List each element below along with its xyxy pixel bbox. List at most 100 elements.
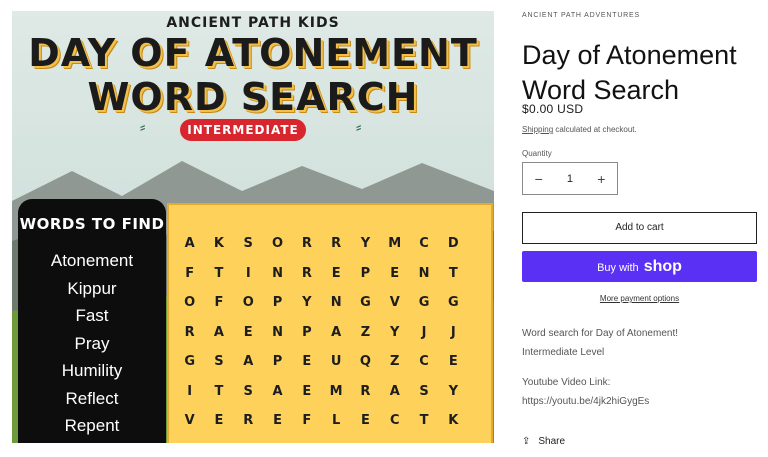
grid-letter: V [184, 413, 195, 429]
grid-letter: S [243, 383, 253, 399]
add-to-cart-button[interactable]: Add to cart [522, 212, 757, 244]
image-title-line1: DAY OF ATONEMENT [28, 31, 478, 75]
grid-letter: A [331, 324, 342, 340]
buy-with-text: Buy with [597, 262, 639, 274]
quantity-decrease-button[interactable]: − [523, 171, 554, 187]
word-item: Pray [74, 333, 110, 353]
grid-row: AKSORRYMCD [175, 229, 468, 259]
word-list: Atonement Kippur Fast Pray Humility Reflect Re… [18, 247, 166, 440]
word-item: Humility [61, 361, 123, 380]
grid-letter: E [302, 383, 312, 399]
grid-letter: I [187, 383, 193, 399]
grid-letter: J [450, 324, 456, 340]
grid-letter: E [390, 265, 400, 281]
grid-letter: A [213, 324, 224, 340]
grid-letter: O [272, 236, 284, 252]
buy-with-shop-button[interactable]: Buy with shop [522, 251, 757, 282]
word-item: Atonement [50, 251, 134, 270]
grid-letter: R [360, 383, 371, 399]
grid-letter: L [331, 413, 341, 429]
grid-letter: G [418, 295, 430, 311]
grid-letter: P [272, 354, 283, 370]
image-title-line2: WORD SEARCH [87, 75, 419, 119]
grid-letter: F [302, 413, 312, 429]
grid-letter: R [301, 265, 312, 281]
word-item: Repent [64, 416, 120, 435]
more-payment-options-link[interactable]: More payment options [522, 294, 757, 303]
grid-letter: R [184, 324, 195, 340]
shipping-link[interactable]: Shipping [522, 125, 553, 134]
description-link[interactable]: https://youtu.be/4jk2hiGygEs [522, 394, 649, 409]
grid-letter: A [243, 354, 254, 370]
grid-letter: A [272, 383, 283, 399]
grid-letter: G [360, 295, 371, 311]
vendor-name: ANCIENT PATH ADVENTURES [522, 12, 640, 19]
shop-logo: shop [643, 258, 682, 275]
grid-letter: E [448, 354, 458, 370]
grid-letter: T [214, 383, 224, 399]
product-image[interactable]: ANCIENT PATH KIDS DAY OF ATONEMENT WORD … [12, 11, 494, 443]
product-price: $0.00 USD [522, 102, 584, 116]
quantity-stepper: − 1 + [522, 162, 618, 195]
words-heading: WORDS TO FIND [19, 215, 165, 233]
grid-letter: O [242, 295, 254, 311]
sparkle-right-icon: ⸗ [356, 119, 362, 136]
grid-letter: Q [359, 354, 371, 370]
grid-letter: R [301, 236, 312, 252]
letter-grid: AKSORRYMCDFTINREPENTOFOPYNGVGGRAENPAZYJJ… [175, 229, 468, 443]
grid-letter: D [447, 236, 459, 252]
grid-row: EHERESAKUS [175, 436, 468, 444]
description-line-3: Youtube Video Link: [522, 377, 611, 388]
grid-letter: S [214, 354, 224, 370]
quantity-increase-button[interactable]: + [586, 171, 617, 187]
grid-letter: N [330, 295, 342, 311]
grid-letter: A [389, 383, 400, 399]
grid-letter: K [213, 236, 224, 252]
grid-letter: M [388, 236, 402, 252]
grid-letter: Y [360, 236, 371, 252]
grid-letter: I [245, 265, 251, 281]
grid-letter: Z [390, 354, 400, 370]
grid-letter: C [419, 236, 429, 252]
grid-letter: R [243, 413, 254, 429]
grid-letter: Z [360, 324, 371, 340]
grid-letter: P [360, 265, 371, 281]
word-item: Reflect [65, 388, 119, 408]
grid-letter: E [214, 413, 224, 429]
word-item: Kippur [67, 278, 117, 298]
grid-letter: T [448, 265, 458, 281]
product-title: Day of Atonement Word Search [522, 40, 737, 106]
grid-row: ITSAEMRASY [175, 377, 468, 407]
grid-letter: N [272, 265, 283, 281]
grid-letter: A [184, 236, 195, 252]
share-button[interactable]: ⇪ Share [522, 436, 565, 447]
grid-letter: U [330, 354, 342, 370]
grid-row: RAENPAZYJJ [175, 318, 468, 348]
grid-letter: Y [390, 324, 400, 340]
letter-grid-panel: AKSORRYMCDFTINREPENTOFOPYNGVGGRAENPAZYJJ… [167, 203, 493, 443]
grid-letter: E [360, 413, 370, 429]
shipping-info: Shipping calculated at checkout. [522, 125, 637, 134]
grid-letter: E [302, 354, 312, 370]
grid-letter: T [214, 265, 224, 281]
grid-letter: N [272, 324, 283, 340]
description-line-2: Intermediate Level [522, 347, 605, 358]
description-line-1: Word search for Day of Atonement! [522, 328, 679, 339]
shipping-text: calculated at checkout. [553, 125, 637, 134]
grid-letter: P [272, 295, 283, 311]
grid-letter: N [418, 265, 430, 281]
grid-letter: S [243, 236, 253, 252]
words-to-find-panel: WORDS TO FIND Atonement Kippur Fast Pray Hum… [18, 199, 166, 443]
quantity-label: Quantity [522, 149, 552, 158]
grid-letter: K [448, 413, 459, 429]
grid-letter: G [447, 295, 459, 311]
grid-letter: R [331, 236, 342, 252]
grid-letter: E [243, 324, 253, 340]
quantity-input[interactable]: 1 [554, 173, 585, 185]
grid-letter: V [389, 295, 400, 311]
grid-letter: F [185, 265, 195, 281]
grid-letter: F [214, 295, 224, 311]
grid-letter: C [419, 354, 429, 370]
grid-letter: G [184, 354, 195, 370]
grid-row: FTINREPENT [175, 259, 468, 289]
